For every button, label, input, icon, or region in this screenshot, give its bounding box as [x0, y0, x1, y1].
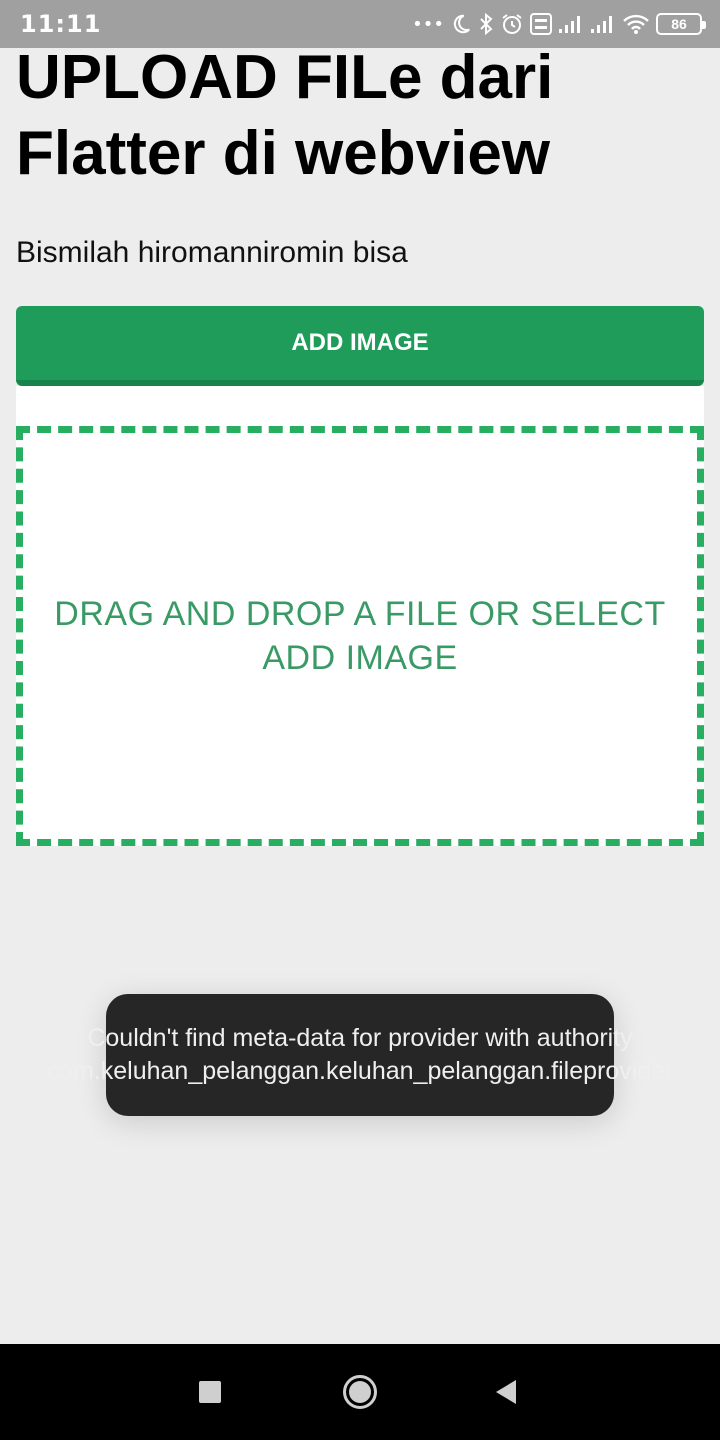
status-time: 11:11 — [20, 10, 102, 38]
navigation-bar — [0, 1344, 720, 1440]
home-icon — [343, 1375, 377, 1409]
more-notifications-icon: ••• — [412, 13, 444, 35]
battery-level: 86 — [671, 16, 687, 32]
wifi-icon — [622, 13, 650, 35]
alarm-icon — [500, 12, 524, 36]
status-icons: ••• 86 — [412, 8, 706, 40]
square-icon — [199, 1381, 221, 1403]
home-button[interactable] — [340, 1372, 380, 1412]
signal-icon — [558, 14, 584, 34]
drop-zone-text: DRAG AND DROP A FILE OR SELECT ADD IMAGE — [54, 595, 666, 677]
bluetooth-icon — [478, 12, 494, 36]
back-triangle-icon — [496, 1380, 516, 1404]
toast-message: Couldn't find meta-data for provider wit… — [47, 994, 673, 1116]
moon-icon — [450, 13, 472, 35]
signal-icon — [590, 14, 616, 34]
volte-icon — [530, 13, 552, 35]
battery-icon: 86 — [656, 13, 706, 35]
page-title: UPLOAD FILe dari Flatter di webview — [16, 43, 554, 188]
drop-zone[interactable]: DRAG AND DROP A FILE OR SELECT ADD IMAGE — [16, 426, 704, 846]
upload-panel: DRAG AND DROP A FILE OR SELECT ADD IMAGE — [16, 386, 704, 846]
add-image-button[interactable]: ADD IMAGE — [16, 306, 704, 386]
recent-apps-button[interactable] — [190, 1372, 230, 1412]
back-button[interactable] — [486, 1372, 526, 1412]
page-subtitle: Bismilah hiromanniromin bisa — [16, 236, 408, 269]
